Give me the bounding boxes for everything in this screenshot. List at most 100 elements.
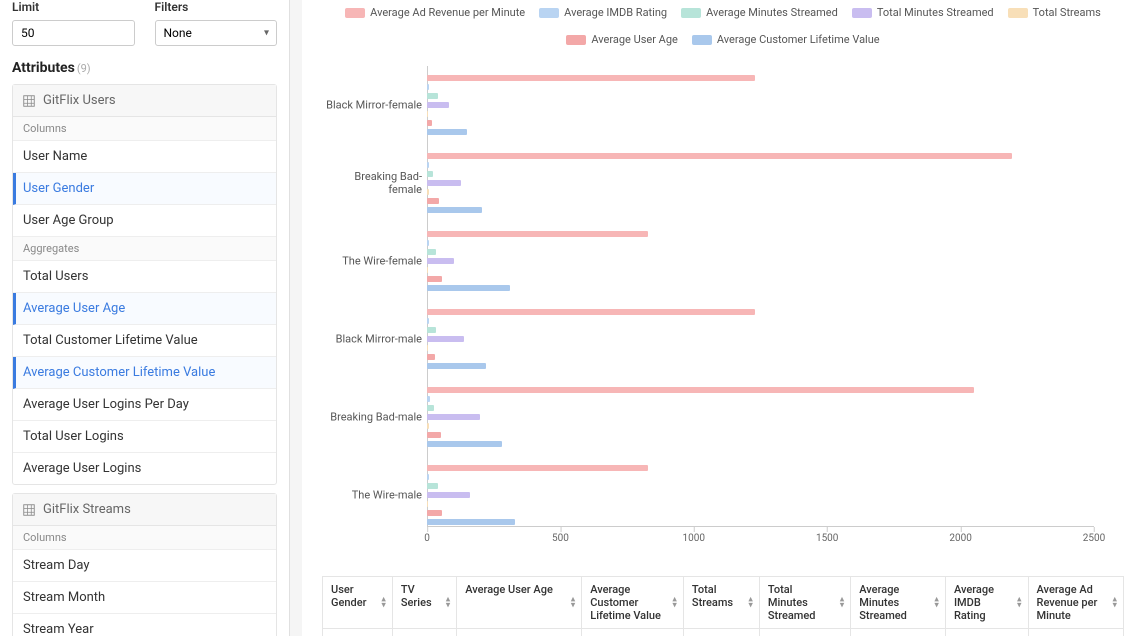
legend-item[interactable]: Average User Age [566,33,678,46]
table-header[interactable]: Average User Age▴▾ [457,577,582,629]
bar[interactable] [427,162,429,168]
legend-swatch [692,35,712,45]
bar[interactable] [427,432,441,438]
chart-legend: Average Ad Revenue per Minute Average IMD… [322,0,1124,56]
legend-swatch [681,8,701,18]
bar[interactable] [427,519,515,525]
table-icon [23,95,35,107]
table-cell: 19 [457,629,582,636]
x-tick: 2000 [949,527,971,544]
x-tick: 1000 [683,527,705,544]
sort-icon: ▴▾ [748,596,753,609]
bar[interactable] [427,129,467,135]
bar[interactable] [427,483,438,489]
attribute-block-title[interactable]: GitFlix Users [13,85,276,117]
attribute-item[interactable]: User Age Group [13,205,276,237]
bar[interactable] [427,405,434,411]
bar[interactable] [427,111,428,117]
legend-swatch [539,8,559,18]
table-cell: Black Mirror [392,629,456,636]
bar[interactable] [427,153,1012,159]
sort-icon: ▴▾ [571,596,576,609]
bar[interactable] [427,231,648,237]
bar[interactable] [427,354,435,360]
sort-icon: ▴▾ [1112,596,1117,609]
bar[interactable] [427,198,439,204]
bar[interactable] [427,396,430,402]
bar[interactable] [427,249,436,255]
sort-icon: ▴▾ [840,596,845,609]
bar[interactable] [427,414,480,420]
bar[interactable] [427,510,442,516]
table-header[interactable]: User Gender▴▾ [323,577,393,629]
category-label: Breaking Bad-male [322,411,422,424]
bar[interactable] [427,207,482,213]
attribute-item[interactable]: Total Users [13,261,276,293]
bar[interactable] [427,465,648,471]
legend-item[interactable]: Total Minutes Streamed [852,6,994,19]
bar[interactable] [427,240,429,246]
x-axis: 05001000150020002500 [427,526,1094,556]
bar[interactable] [427,258,454,264]
bar[interactable] [427,474,429,480]
attribute-item[interactable]: Stream Day [13,550,276,582]
legend-item[interactable]: Average Ad Revenue per Minute [345,6,525,19]
bar[interactable] [427,84,429,90]
bar[interactable] [427,102,449,108]
bar[interactable] [427,363,486,369]
legend-item[interactable]: Total Streams [1008,6,1101,19]
bar[interactable] [427,501,428,507]
attribute-item[interactable]: Stream Year [13,614,276,636]
legend-label: Average Customer Lifetime Value [717,33,880,46]
bar[interactable] [427,387,974,393]
attribute-item[interactable]: Average User Logins [13,453,276,484]
legend-item[interactable]: Average Customer Lifetime Value [692,33,880,46]
legend-swatch [852,8,872,18]
attribute-item[interactable]: Total User Logins [13,421,276,453]
table-cell: 2 [683,629,759,636]
bar[interactable] [427,327,436,333]
bar[interactable] [427,492,470,498]
table-header[interactable]: Average Minutes Streamed▴▾ [851,577,946,629]
attribute-item[interactable]: User Name [13,141,276,173]
legend-label: Average Ad Revenue per Minute [370,6,525,19]
bar[interactable] [427,441,502,447]
table-header[interactable]: Total Streams▴▾ [683,577,759,629]
sort-icon: ▴▾ [1017,596,1022,609]
table-header[interactable]: Average Ad Revenue per Minute▴▾ [1028,577,1123,629]
attribute-item[interactable]: Total Customer Lifetime Value [13,325,276,357]
bar[interactable] [427,285,510,291]
attribute-item[interactable]: Average User Age [13,293,276,325]
bar[interactable] [427,75,755,81]
bar[interactable] [427,309,755,315]
chart-category-row: Breaking Bad-female [322,144,1094,222]
bar[interactable] [427,336,464,342]
attribute-item[interactable]: Stream Month [13,582,276,614]
filters-select[interactable] [155,20,278,46]
bar[interactable] [427,276,442,282]
legend-swatch [345,8,365,18]
attribute-block-title[interactable]: GitFlix Streams [13,494,276,526]
bar[interactable] [427,171,433,177]
table-row[interactable]: femaleBlack Mirror19150.328140.58.31227.… [323,629,1124,636]
legend-label: Average Minutes Streamed [706,6,838,19]
main-panel: Average Ad Revenue per Minute Average IMD… [302,0,1144,636]
attribute-item[interactable]: Average User Logins Per Day [13,389,276,421]
table-header[interactable]: Average IMDB Rating▴▾ [945,577,1028,629]
legend-item[interactable]: Average IMDB Rating [539,6,667,19]
bar[interactable] [427,189,429,195]
bar[interactable] [427,267,428,273]
attribute-item[interactable]: User Gender [13,173,276,205]
bar[interactable] [427,423,429,429]
attribute-item[interactable]: Average Customer Lifetime Value [13,357,276,389]
limit-input[interactable] [12,20,135,46]
table-header[interactable]: TV Series▴▾ [392,577,456,629]
bar[interactable] [427,120,432,126]
table-header[interactable]: Total Minutes Streamed▴▾ [759,577,850,629]
table-header[interactable]: Average Customer Lifetime Value▴▾ [582,577,684,629]
bar[interactable] [427,345,428,351]
bar[interactable] [427,93,438,99]
bar[interactable] [427,180,461,186]
bar[interactable] [427,318,429,324]
legend-item[interactable]: Average Minutes Streamed [681,6,838,19]
